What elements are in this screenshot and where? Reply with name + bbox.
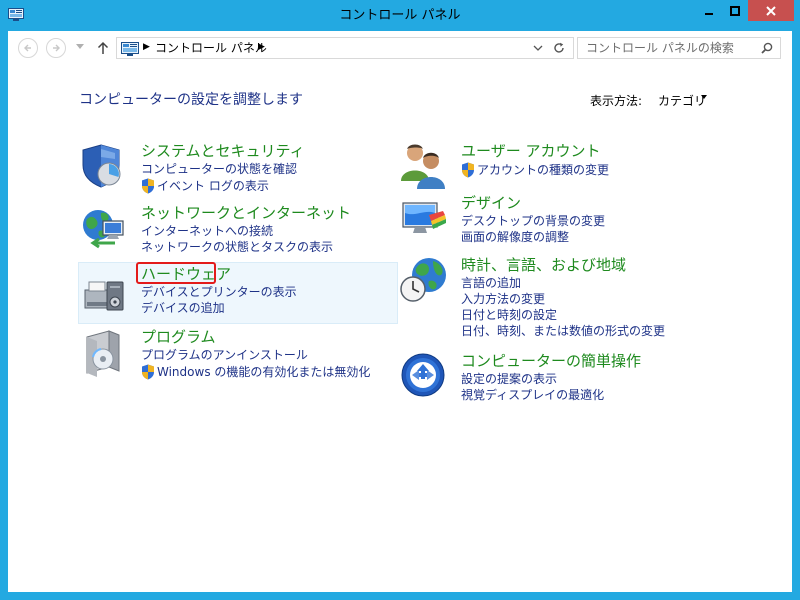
navigation-bar: ▶ コントロール パネル ▶ [8, 31, 792, 67]
change-account-type-link[interactable]: アカウントの種類の変更 [477, 162, 609, 178]
window-title: コントロール パネル [339, 8, 461, 23]
display-icon[interactable] [399, 193, 449, 243]
category-title-link[interactable]: デザイン [461, 193, 521, 213]
refresh-button[interactable] [551, 40, 567, 56]
add-language-link[interactable]: 言語の追加 [461, 275, 521, 291]
users-icon[interactable] [399, 141, 449, 191]
category-programs: プログラム プログラムのアンインストール Windows の機能の有効化または無… [79, 327, 399, 383]
uac-shield-icon [141, 364, 155, 380]
uninstall-program-link[interactable]: プログラムのアンインストール [141, 347, 308, 363]
add-device-link[interactable]: デバイスの追加 [141, 300, 225, 316]
chevron-down-icon [533, 45, 543, 51]
address-dropdown-button[interactable] [531, 40, 545, 56]
set-date-time-link[interactable]: 日付と時刻の設定 [461, 307, 557, 323]
chevron-down-icon[interactable] [701, 95, 707, 99]
category-clock-language-region: 時計、言語、および地域 言語の追加 入力方法の変更 日付と時刻の設定 日付、時刻… [399, 255, 729, 345]
category-title-link[interactable]: ネットワークとインターネット [141, 203, 351, 223]
programs-icon[interactable] [79, 327, 129, 377]
category-title-link[interactable]: プログラム [141, 327, 216, 347]
up-arrow-icon [97, 41, 109, 54]
settings-suggestions-link[interactable]: 設定の提案の表示 [461, 371, 557, 387]
category-title-link[interactable]: コンピューターの簡単操作 [461, 351, 641, 371]
minimize-button[interactable] [696, 0, 722, 21]
title-bar[interactable]: コントロール パネル [0, 0, 800, 30]
maximize-button[interactable] [722, 0, 748, 21]
category-hardware: ハードウェア デバイスとプリンターの表示 デバイスの追加 [79, 264, 399, 320]
shield-icon[interactable] [79, 141, 129, 191]
breadcrumb-item[interactable]: コントロール パネル [155, 38, 267, 58]
devices-printers-link[interactable]: デバイスとプリンターの表示 [141, 284, 297, 300]
category-user-accounts: ユーザー アカウント アカウントの種類の変更 [399, 141, 729, 197]
back-button[interactable] [18, 38, 38, 58]
close-icon [766, 5, 776, 16]
annotation-highlight-box [136, 262, 216, 284]
minimize-icon [705, 12, 713, 15]
address-bar[interactable]: ▶ コントロール パネル ▶ [116, 37, 574, 59]
client-area: ▶ コントロール パネル ▶ コンピューターの設定を調整します 表示方法: カテ… [8, 31, 792, 592]
page-title: コンピューターの設定を調整します [79, 92, 303, 108]
refresh-icon [554, 42, 564, 53]
uac-shield-icon [141, 178, 155, 194]
ease-of-access-icon[interactable] [399, 351, 449, 401]
breadcrumb-separator-icon[interactable]: ▶ [143, 42, 150, 52]
view-by-dropdown[interactable]: カテゴリ [658, 92, 706, 109]
change-input-method-link[interactable]: 入力方法の変更 [461, 291, 545, 307]
category-title-link[interactable]: 時計、言語、および地域 [461, 255, 626, 275]
recent-locations-button[interactable] [74, 40, 86, 54]
close-button[interactable] [748, 0, 794, 21]
network-icon[interactable] [79, 203, 129, 253]
control-panel-window: コントロール パネル ▶ コントロール パネル ▶ コントロール パネルの検索 … [0, 0, 800, 600]
change-formats-link[interactable]: 日付、時刻、または数値の形式の変更 [461, 323, 665, 339]
category-network-internet: ネットワークとインターネット インターネットへの接続 ネットワークの状態とタスク… [79, 203, 399, 259]
control-panel-icon [121, 41, 139, 60]
network-status-link[interactable]: ネットワークの状態とタスクの表示 [141, 239, 333, 255]
check-status-link[interactable]: コンピューターの状態を確認 [141, 161, 297, 177]
connect-internet-link[interactable]: インターネットへの接続 [141, 223, 273, 239]
desktop-background-link[interactable]: デスクトップの背景の変更 [461, 213, 605, 229]
forward-button[interactable] [46, 38, 66, 58]
category-title-link[interactable]: システムとセキュリティ [141, 141, 305, 161]
category-appearance: デザイン デスクトップの背景の変更 画面の解像度の調整 [399, 193, 729, 249]
clock-globe-icon[interactable] [399, 255, 449, 305]
breadcrumb-separator-icon[interactable]: ▶ [258, 42, 265, 52]
maximize-icon [730, 5, 740, 16]
windows-features-link[interactable]: Windows の機能の有効化または無効化 [157, 364, 370, 380]
category-title-link[interactable]: ユーザー アカウント [461, 141, 600, 161]
event-log-link[interactable]: イベント ログの表示 [157, 178, 269, 194]
search-icon[interactable] [759, 40, 775, 56]
chevron-down-icon [76, 44, 84, 49]
uac-shield-icon [461, 162, 475, 178]
category-system-security: システムとセキュリティ コンピューターの状態を確認 イベント ログの表示 [79, 141, 399, 197]
optimize-display-link[interactable]: 視覚ディスプレイの最適化 [461, 387, 604, 403]
search-box[interactable] [577, 37, 781, 59]
search-input[interactable] [578, 38, 758, 58]
category-ease-of-access: コンピューターの簡単操作 設定の提案の表示 視覚ディスプレイの最適化 [399, 351, 729, 407]
screen-resolution-link[interactable]: 画面の解像度の調整 [461, 229, 569, 245]
up-button[interactable] [94, 38, 112, 58]
view-by-label: 表示方法: [590, 94, 643, 108]
printer-icon[interactable] [79, 268, 129, 318]
forward-arrow-icon [53, 44, 60, 52]
back-arrow-icon [24, 44, 31, 52]
